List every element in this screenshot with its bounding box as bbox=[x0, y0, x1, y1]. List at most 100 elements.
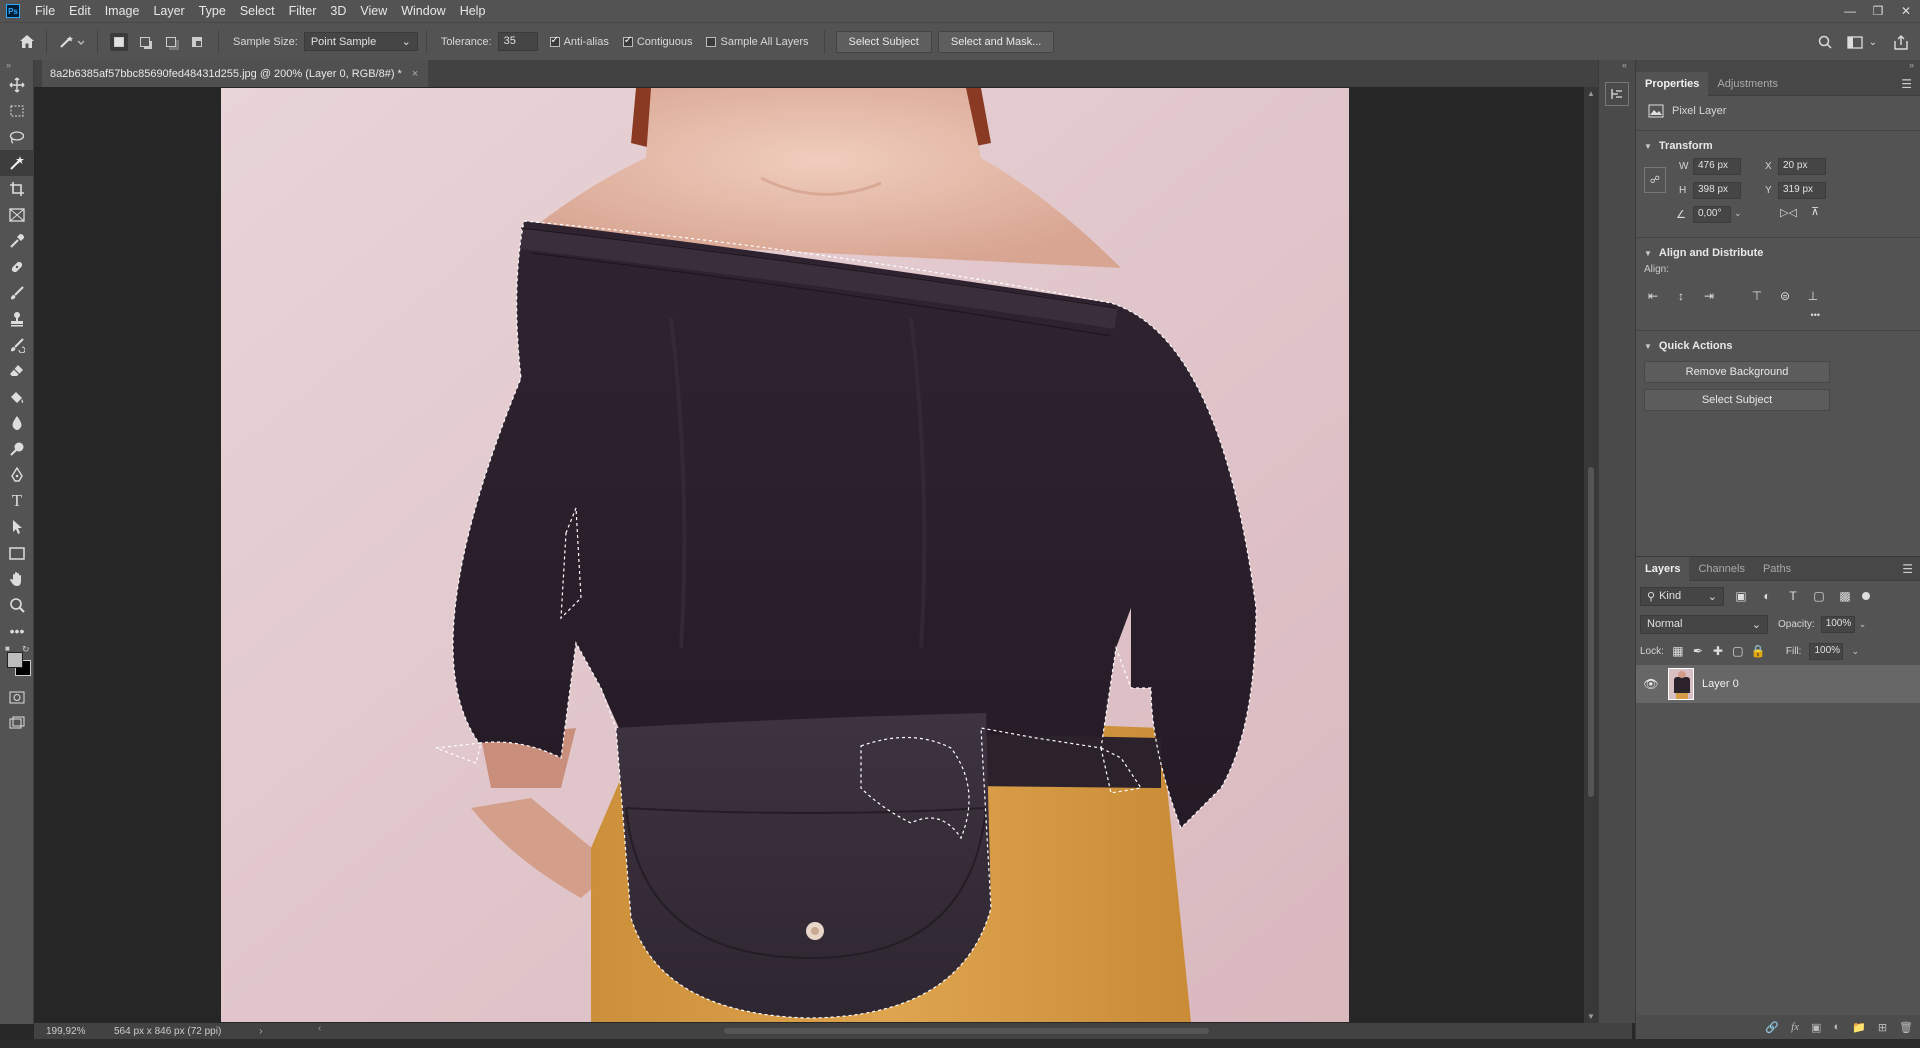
stamp-tool-icon[interactable] bbox=[0, 306, 34, 332]
workspace-icon[interactable] bbox=[1844, 31, 1866, 53]
align-section-header[interactable]: ▼ Align and Distribute bbox=[1636, 242, 1920, 264]
share-icon[interactable] bbox=[1890, 31, 1912, 53]
search-icon[interactable] bbox=[1814, 31, 1836, 53]
new-group-icon[interactable]: 📁 bbox=[1852, 1021, 1866, 1034]
align-left-icon[interactable]: ⇤ bbox=[1644, 287, 1662, 305]
tab-properties[interactable]: Properties bbox=[1636, 71, 1709, 96]
dodge-tool-icon[interactable] bbox=[0, 436, 34, 462]
quick-mask-icon[interactable] bbox=[0, 684, 34, 710]
sample-all-layers-checkbox[interactable]: Sample All Layers bbox=[706, 36, 809, 48]
menu-edit[interactable]: Edit bbox=[62, 0, 98, 22]
chevron-down-icon[interactable]: ⌄ bbox=[1734, 208, 1742, 219]
add-mask-icon[interactable]: ▣ bbox=[1811, 1021, 1821, 1034]
remove-background-button[interactable]: Remove Background bbox=[1644, 361, 1830, 383]
paint-bucket-icon[interactable] bbox=[0, 384, 34, 410]
link-dimensions-icon[interactable]: ☍ bbox=[1644, 167, 1666, 193]
more-tools-icon[interactable]: ••• bbox=[0, 618, 34, 644]
height-input[interactable]: 398 px bbox=[1693, 182, 1741, 199]
move-tool-icon[interactable] bbox=[0, 72, 34, 98]
blend-mode-select[interactable]: Normal ⌄ bbox=[1640, 614, 1768, 634]
blur-tool-icon[interactable] bbox=[0, 410, 34, 436]
tab-paths[interactable]: Paths bbox=[1754, 557, 1800, 581]
select-and-mask-button[interactable]: Select and Mask... bbox=[937, 30, 1055, 53]
menu-window[interactable]: Window bbox=[394, 0, 452, 22]
close-window-icon[interactable]: ✕ bbox=[1892, 0, 1920, 22]
align-top-icon[interactable]: ⊤ bbox=[1748, 287, 1766, 305]
quick-actions-header[interactable]: ▼ Quick Actions bbox=[1636, 335, 1920, 357]
layer-effects-icon[interactable]: fx bbox=[1791, 1021, 1799, 1033]
toolbar-collapse-icon[interactable]: » bbox=[0, 60, 33, 72]
select-subject-button[interactable]: Select Subject bbox=[835, 30, 932, 53]
zoom-tool-icon[interactable] bbox=[0, 592, 34, 618]
magic-wand-tool-icon[interactable] bbox=[0, 150, 34, 176]
menu-image[interactable]: Image bbox=[98, 0, 147, 22]
eraser-tool-icon[interactable] bbox=[0, 358, 34, 384]
lock-artboard-icon[interactable]: ▢ bbox=[1732, 642, 1744, 660]
pixel-filter-icon[interactable]: ▣ bbox=[1732, 587, 1750, 605]
shape-filter-icon[interactable]: ▢ bbox=[1810, 587, 1828, 605]
lock-image-icon[interactable]: ✒ bbox=[1692, 642, 1704, 660]
menu-type[interactable]: Type bbox=[192, 0, 233, 22]
menu-view[interactable]: View bbox=[353, 0, 394, 22]
expand-dock-icon[interactable]: » bbox=[1636, 60, 1920, 72]
pen-tool-icon[interactable] bbox=[0, 462, 34, 488]
transform-section-header[interactable]: ▼ Transform bbox=[1636, 135, 1920, 157]
vertical-scroll-thumb[interactable] bbox=[1588, 467, 1594, 797]
add-to-selection-icon[interactable] bbox=[136, 33, 154, 51]
opacity-input[interactable]: 100% bbox=[1820, 615, 1855, 633]
lock-all-icon[interactable]: 🔒 bbox=[1750, 642, 1765, 660]
menu-help[interactable]: Help bbox=[453, 0, 493, 22]
screen-mode-icon[interactable] bbox=[0, 710, 34, 736]
filter-toggle-icon[interactable] bbox=[1862, 592, 1870, 600]
menu-layer[interactable]: Layer bbox=[146, 0, 191, 22]
menu-filter[interactable]: Filter bbox=[282, 0, 324, 22]
color-swatches[interactable]: ■ ↻ bbox=[0, 644, 34, 684]
vertical-scrollbar[interactable]: ▲ ▼ bbox=[1584, 87, 1598, 1023]
horizontal-scroll-thumb[interactable] bbox=[724, 1028, 1209, 1034]
frame-tool-icon[interactable] bbox=[0, 202, 34, 228]
flip-horizontal-icon[interactable]: ▷◁ bbox=[1780, 206, 1797, 219]
status-expand-icon[interactable]: › bbox=[259, 1026, 262, 1037]
lasso-tool-icon[interactable] bbox=[0, 124, 34, 150]
restore-icon[interactable]: ❐ bbox=[1864, 0, 1892, 22]
tolerance-input[interactable]: 35 bbox=[497, 32, 538, 51]
canvas-area[interactable] bbox=[34, 87, 1584, 1023]
marquee-tool-icon[interactable] bbox=[0, 98, 34, 124]
layer-row[interactable]: 👁 Layer 0 bbox=[1636, 665, 1920, 703]
adjustment-filter-icon[interactable]: ◐ bbox=[1758, 587, 1776, 605]
new-layer-icon[interactable]: ⊞ bbox=[1878, 1021, 1887, 1034]
collapse-panels-icon[interactable]: « bbox=[1599, 60, 1635, 72]
type-tool-icon[interactable]: T bbox=[0, 488, 34, 514]
minimize-icon[interactable]: — bbox=[1836, 0, 1864, 22]
smart-object-filter-icon[interactable]: ▩ bbox=[1836, 587, 1854, 605]
brush-tool-icon[interactable] bbox=[0, 280, 34, 306]
y-input[interactable]: 319 px bbox=[1778, 182, 1826, 199]
delete-layer-icon[interactable]: 🗑 bbox=[1899, 1021, 1913, 1034]
contiguous-checkbox[interactable]: Contiguous bbox=[622, 35, 692, 48]
sample-size-select[interactable]: Point Sample ⌄ bbox=[303, 32, 418, 51]
history-brush-icon[interactable] bbox=[0, 332, 34, 358]
magic-wand-preset-icon[interactable] bbox=[55, 31, 89, 53]
chevron-down-icon[interactable]: ⌄ bbox=[1859, 619, 1867, 630]
x-input[interactable]: 20 px bbox=[1778, 158, 1826, 175]
layer-kind-filter[interactable]: ⚲ Kind ⌄ bbox=[1640, 586, 1724, 606]
subtract-from-selection-icon[interactable] bbox=[162, 33, 180, 51]
crop-tool-icon[interactable] bbox=[0, 176, 34, 202]
eye-visibility-icon[interactable]: 👁 bbox=[1640, 677, 1662, 691]
hand-tool-icon[interactable] bbox=[0, 566, 34, 592]
align-center-horizontal-icon[interactable]: ↕ bbox=[1672, 287, 1690, 305]
layers-menu-icon[interactable]: ☰ bbox=[1902, 562, 1913, 576]
menu-file[interactable]: File bbox=[28, 0, 62, 22]
menu-3d[interactable]: 3D bbox=[323, 0, 353, 22]
intersect-selection-icon[interactable] bbox=[188, 33, 206, 51]
chevron-down-icon[interactable]: ⌄ bbox=[1866, 31, 1880, 53]
lock-position-icon[interactable]: ✚ bbox=[1712, 642, 1724, 660]
fill-input[interactable]: 100% bbox=[1809, 642, 1844, 660]
scroll-down-icon[interactable]: ▼ bbox=[1587, 1012, 1595, 1021]
healing-brush-icon[interactable] bbox=[0, 254, 34, 280]
more-align-options-icon[interactable]: ••• bbox=[1636, 310, 1920, 326]
link-layers-icon[interactable]: 🔗 bbox=[1765, 1021, 1779, 1034]
width-input[interactable]: 476 px bbox=[1693, 158, 1741, 175]
history-panel-icon[interactable] bbox=[1605, 82, 1629, 106]
horizontal-scrollbar[interactable]: ‹ › bbox=[318, 1023, 1642, 1035]
